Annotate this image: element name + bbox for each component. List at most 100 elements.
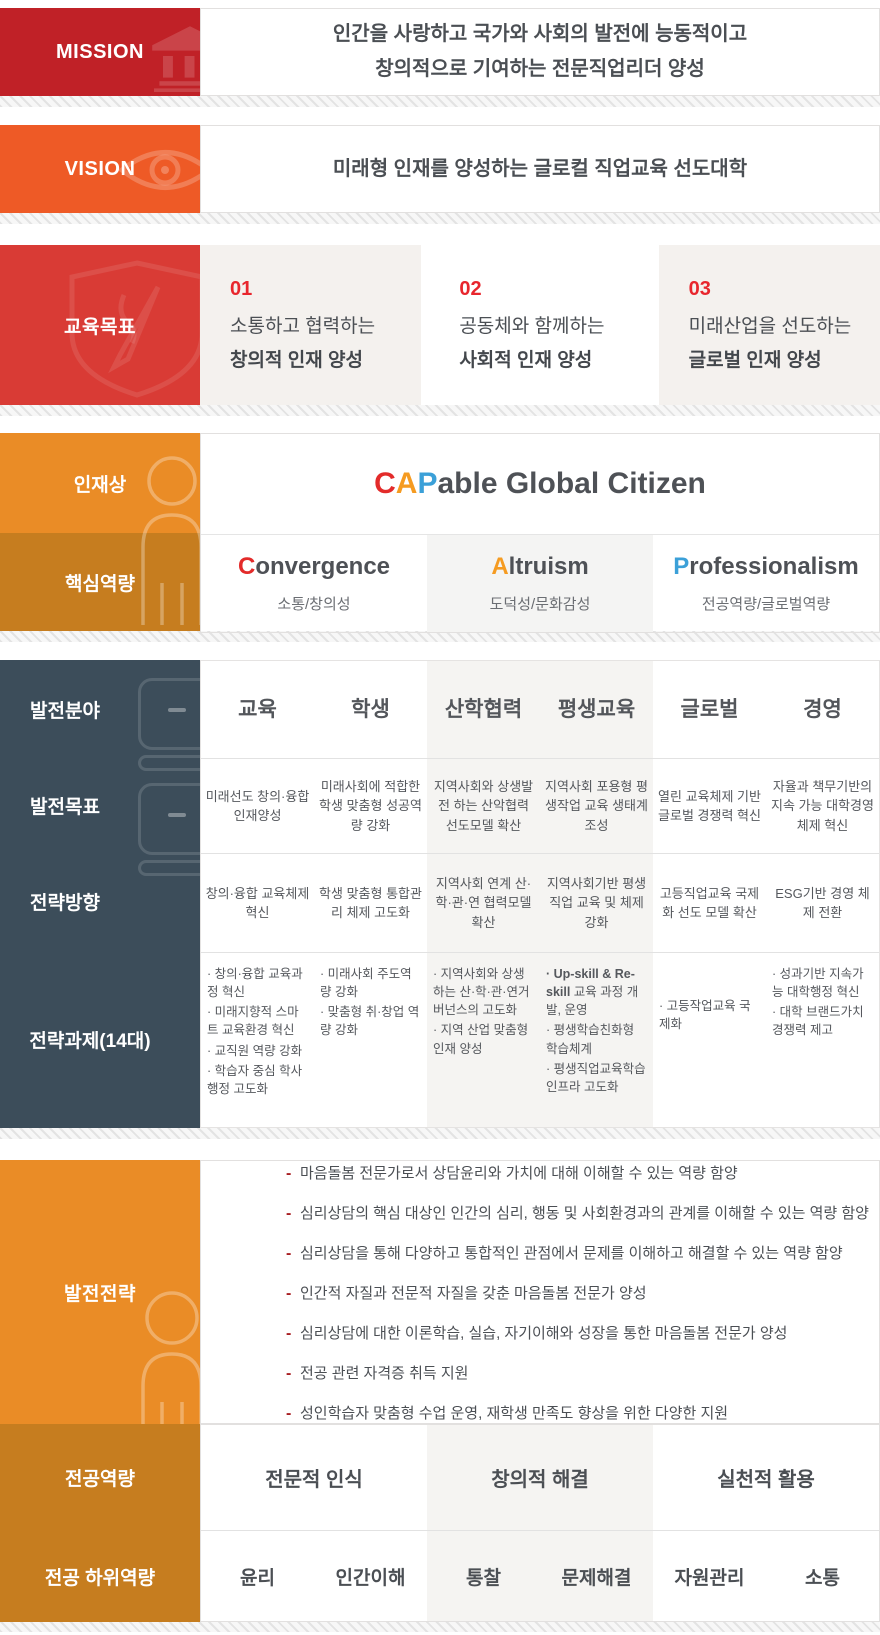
competency-cell: 실천적 활용 — [653, 1425, 879, 1530]
major-labels: 전공역량 전공 하위역량 — [0, 1424, 200, 1622]
tasks-row-label: 전략과제(14대) — [0, 950, 180, 1128]
core-content: Convergence 소통/창의성 Altruism 도덕성/문화감성 Pro… — [201, 535, 879, 632]
edu-goals-content: 01 소통하고 협력하는 창의적 인재 양성 02 공동체와 함께하는 사회적 … — [200, 245, 880, 405]
letter-a: A — [396, 467, 418, 500]
bullet-dash: - — [286, 1165, 300, 1183]
sub-competency-cell: 자원관리 — [653, 1531, 766, 1621]
core-item-convergence: Convergence 소통/창의성 — [201, 535, 427, 632]
major-competency-section: 전공역량 전공 하위역량 전문적 인식 창의적 해결 실천적 활용 윤리 인간이… — [0, 1424, 880, 1622]
strategy-content: -마음돌봄 전문가로서 상담윤리와 가치에 대해 이해할 수 있는 역량 함양 … — [200, 1160, 880, 1424]
bullet-dash: - — [286, 1245, 300, 1263]
divider-hatch — [0, 1622, 880, 1632]
core-rest: onvergence — [255, 553, 390, 580]
vision-label-cell: VISION — [0, 125, 200, 213]
bullet-dash: - — [286, 1405, 300, 1423]
direction-cell: ESG기반 경영 체제 전환 — [766, 854, 879, 952]
area-cell: 교육 — [201, 661, 314, 758]
task-item: · 평생직업교육학습 인프라 고도화 — [546, 1060, 648, 1096]
core-initial: C — [238, 553, 255, 580]
divider-hatch — [0, 213, 880, 224]
areas-row: 교육 학생 산학협력 평생교육 글로벌 경영 — [201, 661, 879, 759]
core-desc: 전공역량/글로벌역량 — [702, 593, 830, 614]
task-cell: · 고등작업교육 국제화 — [653, 953, 766, 1127]
letter-c: C — [374, 467, 396, 500]
sub-competency-row: 윤리 인간이해 통찰 문제해결 자원관리 소통 — [201, 1531, 879, 1621]
directions-row: 창의·융합 교육체제 혁신 학생 맞춤형 통합관리 체제 고도화 지역사회 연계… — [201, 854, 879, 953]
strategy-bullet: -마음돌봄 전문가로서 상담윤리와 가치에 대해 이해할 수 있는 역량 함양 — [286, 1162, 879, 1183]
bullet-dash: - — [286, 1285, 300, 1303]
task-item: · 창의·융합 교육과정 혁신 — [207, 965, 309, 1001]
letter-p: P — [417, 467, 437, 500]
task-item: · 평생학습친화형 학습체계 — [546, 1021, 648, 1057]
divider-hatch — [0, 96, 880, 107]
competency-cell: 창의적 해결 — [427, 1425, 653, 1530]
core-word: Altruism — [491, 553, 588, 581]
talent-core-section: 인재상 핵심역량 CAPable Global Citizen — [0, 433, 880, 631]
sub-competency-cell: 윤리 — [201, 1531, 314, 1621]
goal-line2: 창의적 인재 양성 — [230, 345, 421, 372]
objectives-row: 미래선도 창의·융합 인재양성 미래사회에 적합한 학생 맞춤형 성공역량 강화… — [201, 759, 879, 854]
goal-number: 01 — [230, 278, 421, 301]
objective-cell: 지역사회 포용형 평생작업 교육 생태계 조성 — [540, 759, 653, 853]
core-label: 핵심역량 — [65, 569, 135, 596]
strategy-label: 발전전략 — [64, 1279, 136, 1306]
core-initial: P — [673, 553, 689, 580]
development-table: 발전분야 발전목표 전략방향 전략과제(14대) 교육 학생 산학협력 평생교육… — [0, 660, 880, 1128]
core-desc: 소통/창의성 — [277, 593, 350, 614]
goal-number: 03 — [689, 278, 880, 301]
direction-cell: 창의·융합 교육체제 혁신 — [201, 854, 314, 952]
task-cell: · 성과기반 지속가능 대학행정 혁신 · 대학 브랜드가치 경쟁력 제고 — [766, 953, 879, 1127]
sub-competency-cell: 통찰 — [427, 1531, 540, 1621]
task-item: · 성과기반 지속가능 대학행정 혁신 — [772, 965, 874, 1001]
task-cell: · 미래사회 주도역량 강화 · 맞춤형 취·창업 역량 강화 — [314, 953, 427, 1127]
divider-hatch — [0, 1128, 880, 1139]
major-competency-label: 전공역량 — [0, 1424, 200, 1530]
task-item: · 지역 산업 맞춤형 인재 양성 — [433, 1021, 535, 1057]
core-desc: 도덕성/문화감성 — [490, 593, 591, 614]
areas-row-label: 발전분야 — [0, 660, 130, 758]
person-icon — [138, 455, 200, 625]
strategy-section: 발전전략 -마음돌봄 전문가로서 상담윤리와 가치에 대해 이해할 수 있는 역… — [0, 1160, 880, 1424]
goal-line1: 공동체와 함께하는 — [459, 311, 650, 338]
task-item: · 대학 브랜드가치 경쟁력 제고 — [772, 1003, 874, 1039]
bullet-dash: - — [286, 1205, 300, 1223]
mission-text-line2: 창의적으로 기여하는 전문직업리더 양성 — [375, 52, 704, 87]
strategy-bullet: -인간적 자질과 전문적 자질을 갖춘 마음돌봄 전문가 양성 — [286, 1282, 879, 1303]
major-sub-label: 전공 하위역량 — [0, 1530, 200, 1622]
mission-content: 인간을 사랑하고 국가와 사회의 발전에 능동적이고 창의적으로 기여하는 전문… — [200, 8, 880, 96]
talent-core-labels: 인재상 핵심역량 — [0, 433, 200, 631]
core-initial: A — [491, 553, 508, 580]
area-cell: 학생 — [314, 661, 427, 758]
mission-section: MISSION 인간을 사랑하고 국가와 사회의 발전에 능동적이고 창의적으로… — [0, 8, 880, 96]
task-item: · Up-skill & Re-skill 교육 과정 개발, 운영 — [546, 965, 648, 1019]
sub-competency-cell: 인간이해 — [314, 1531, 427, 1621]
vision-section: VISION 미래형 인재를 양성하는 글로컬 직업교육 선도대학 — [0, 125, 880, 213]
task-item: · 미래지향적 스마트 교육환경 혁신 — [207, 1003, 309, 1039]
core-rest: rofessionalism — [689, 553, 858, 580]
area-cell: 산학협력 — [427, 661, 540, 758]
core-item-professionalism: Professionalism 전공역량/글로벌역량 — [653, 535, 879, 632]
sub-competency-cell: 문제해결 — [540, 1531, 653, 1621]
development-content: 교육 학생 산학협력 평생교육 글로벌 경영 미래선도 창의·융합 인재양성 미… — [200, 660, 880, 1128]
strategy-label-cell: 발전전략 — [0, 1160, 200, 1424]
strategy-bullet: -심리상담에 대한 이론학습, 실습, 자기이해와 성장을 통한 마음돌봄 전문… — [286, 1322, 879, 1343]
task-item: · 학습자 중심 학사행정 고도화 — [207, 1062, 309, 1098]
vision-text: 미래형 인재를 양성하는 글로컬 직업교육 선도대학 — [333, 152, 747, 187]
objectives-row-label: 발전목표 — [0, 758, 130, 852]
capable-text: CAPable Global Citizen — [374, 467, 706, 501]
edu-goals-label-cell: 교육목표 — [0, 245, 200, 405]
book-icon — [138, 678, 200, 771]
competency-cell: 전문적 인식 — [201, 1425, 427, 1530]
objective-cell: 열린 교육체제 기반 글로벌 경쟁력 혁신 — [653, 759, 766, 853]
divider-hatch — [0, 405, 880, 416]
task-item: · 지역사회와 상생하는 산·학·관·연거버넌스의 고도화 — [433, 965, 535, 1019]
objective-cell: 미래선도 창의·융합 인재양성 — [201, 759, 314, 853]
direction-cell: 지역사회 연계 산·학·관·연 협력모델 확산 — [427, 854, 540, 952]
talent-core-content: CAPable Global Citizen Convergence 소통/창의… — [200, 433, 880, 633]
task-item: · 교직원 역량 강화 — [207, 1042, 309, 1060]
edu-goal-item-1: 01 소통하고 협력하는 창의적 인재 양성 — [200, 245, 421, 405]
eye-icon — [118, 141, 200, 199]
direction-cell: 고등직업교육 국제화 선도 모델 확산 — [653, 854, 766, 952]
sub-competency-cell: 소통 — [766, 1531, 879, 1621]
core-rest: ltruism — [509, 553, 589, 580]
